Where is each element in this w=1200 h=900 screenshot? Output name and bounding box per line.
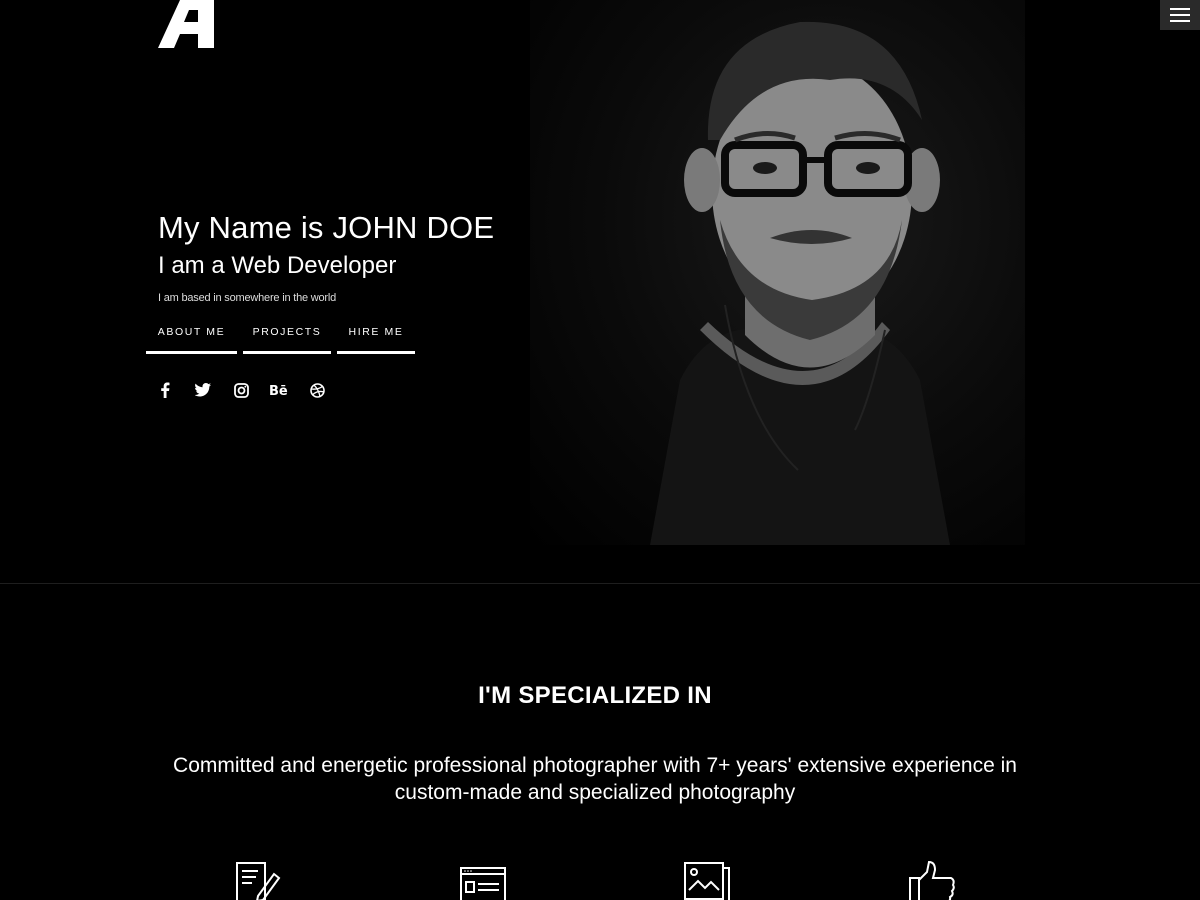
edit-document-icon xyxy=(234,860,284,900)
hero-role: I am a Web Developer xyxy=(158,252,397,279)
site-logo[interactable] xyxy=(158,0,216,48)
hero-buttons: ABOUT ME PROJECTS HIRE ME xyxy=(146,322,415,354)
specialized-title: I'M SPECIALIZED IN xyxy=(478,682,712,709)
facebook-icon[interactable] xyxy=(155,380,175,400)
about-me-button[interactable]: ABOUT ME xyxy=(146,322,237,354)
hamburger-menu-icon xyxy=(1170,8,1190,10)
instagram-icon[interactable] xyxy=(231,380,251,400)
browser-window-icon xyxy=(459,860,509,900)
hero-name: My Name is JOHN DOE xyxy=(158,210,495,245)
projects-button[interactable]: PROJECTS xyxy=(243,322,331,354)
menu-button[interactable] xyxy=(1160,0,1200,30)
social-links: Bē xyxy=(155,380,327,400)
image-gallery-icon xyxy=(683,860,733,900)
specialized-icons xyxy=(0,860,1200,900)
specialized-description: Committed and energetic professional pho… xyxy=(173,754,1017,804)
hire-me-button[interactable]: HIRE ME xyxy=(337,322,415,354)
thumbs-up-icon xyxy=(907,860,957,900)
hero-portrait-image xyxy=(530,0,1025,545)
logo-a-icon xyxy=(158,0,214,48)
hero-location: I am based in somewhere in the world xyxy=(158,292,337,304)
section-divider xyxy=(0,583,1200,584)
behance-icon[interactable]: Bē xyxy=(269,380,289,400)
dribbble-icon[interactable] xyxy=(307,380,327,400)
hero-intro: My Name is JOHN DOE I am a Web Developer… xyxy=(158,208,494,304)
svg-text:Bē: Bē xyxy=(269,384,288,397)
twitter-icon[interactable] xyxy=(193,380,213,400)
